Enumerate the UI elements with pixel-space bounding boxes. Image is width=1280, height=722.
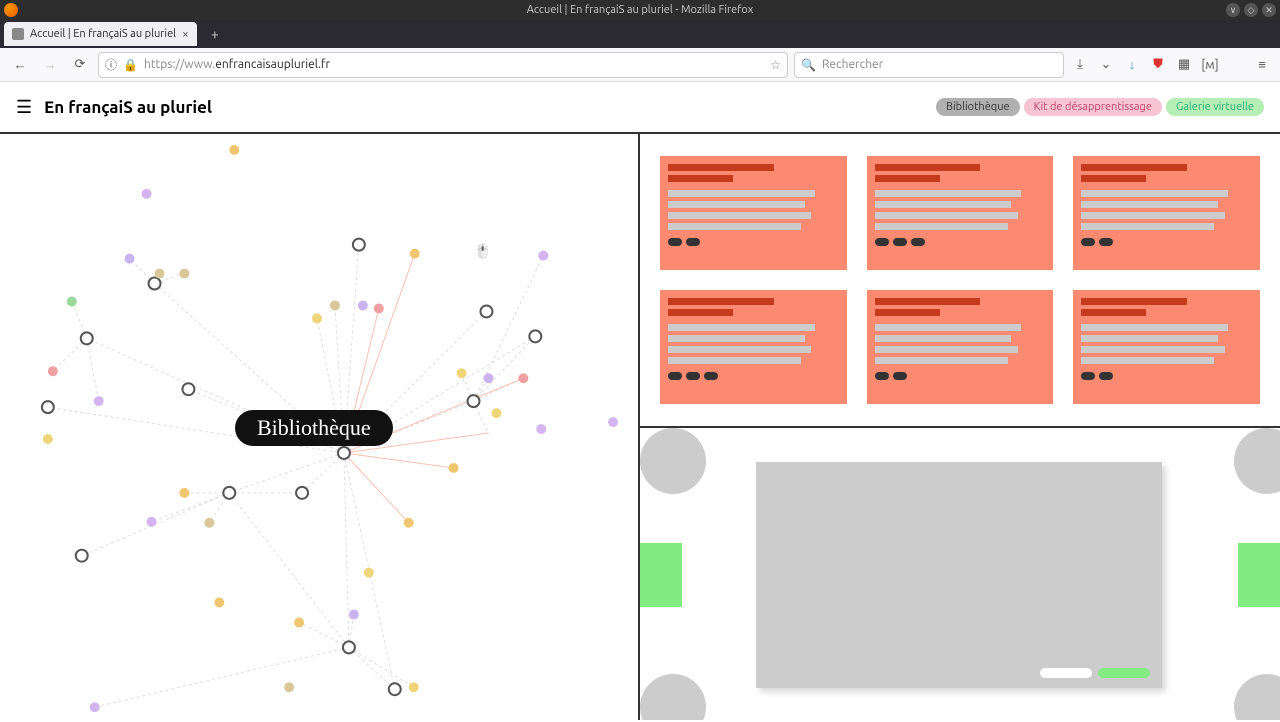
nav-galerie[interactable]: Galerie virtuelle — [1166, 98, 1264, 116]
tab-label: Accueil | En françaiS au pluriel — [30, 28, 176, 40]
library-card[interactable] — [867, 290, 1054, 404]
modal-cancel-button[interactable] — [1040, 668, 1092, 678]
download-icon[interactable]: ⤓ — [1070, 55, 1090, 75]
search-icon: 🔍 — [801, 58, 816, 72]
graph-pane[interactable]: Bibliothèque 🖱️ — [0, 134, 640, 720]
close-button[interactable]: ✕ — [1262, 3, 1276, 17]
library-card[interactable] — [1073, 156, 1260, 270]
graph-center-label[interactable]: Bibliothèque — [235, 410, 393, 446]
gallery-thumb[interactable] — [1234, 674, 1280, 720]
info-icon[interactable]: ⓘ — [105, 56, 117, 73]
back-button[interactable]: ← — [8, 53, 32, 77]
forward-button[interactable]: → — [38, 53, 62, 77]
new-tab-button[interactable]: + — [203, 22, 227, 46]
search-bar[interactable]: 🔍 Rechercher — [794, 52, 1064, 78]
lock-icon: 🔒 — [123, 58, 138, 72]
nav-bibliotheque[interactable]: Bibliothèque — [936, 98, 1020, 116]
browser-tab[interactable]: Accueil | En françaiS au pluriel × — [4, 22, 197, 46]
pocket-icon[interactable]: ⌄ — [1096, 55, 1116, 75]
site-title[interactable]: En françaiS au pluriel — [44, 98, 212, 117]
site-header: ☰ En françaiS au pluriel Bibliothèque Ki… — [0, 82, 1280, 134]
library-cards-grid — [640, 134, 1280, 426]
search-placeholder: Rechercher — [822, 58, 883, 71]
header-nav: Bibliothèque Kit de désapprentissage Gal… — [936, 98, 1264, 116]
extension-icon-2[interactable]: [м] — [1200, 55, 1220, 75]
extension-icon-1[interactable]: ▦ — [1174, 55, 1194, 75]
gallery-modal — [756, 462, 1162, 688]
gallery-thumb[interactable] — [1234, 428, 1280, 494]
nav-kit[interactable]: Kit de désapprentissage — [1024, 98, 1162, 116]
gallery-thumb[interactable] — [640, 674, 706, 720]
minimize-button[interactable]: ∨ — [1226, 3, 1240, 17]
modal-confirm-button[interactable] — [1098, 668, 1150, 678]
gallery-pane — [640, 426, 1280, 720]
browser-toolbar: ← → ⟳ ⓘ 🔒 https://www.enfrancaisauplurie… — [0, 48, 1280, 82]
hamburger-icon[interactable]: ☰ — [16, 97, 32, 118]
extension-icon-3[interactable] — [1226, 55, 1246, 75]
downloads-icon[interactable]: ↓ — [1122, 55, 1142, 75]
bookmark-star-icon[interactable]: ☆ — [770, 58, 781, 72]
tab-close-icon[interactable]: × — [182, 28, 189, 41]
library-card[interactable] — [660, 156, 847, 270]
os-titlebar: Accueil | En françaiS au pluriel - Mozil… — [0, 0, 1280, 20]
gallery-accent — [1238, 543, 1280, 607]
tab-favicon — [12, 28, 24, 40]
gallery-accent — [640, 543, 682, 607]
window-title: Accueil | En françaiS au pluriel - Mozil… — [527, 4, 754, 16]
url-text: https://www.enfrancaisaupluriel.fr — [144, 58, 764, 71]
library-card[interactable] — [1073, 290, 1260, 404]
url-bar[interactable]: ⓘ 🔒 https://www.enfrancaisaupluriel.fr ☆ — [98, 52, 788, 78]
library-card[interactable] — [660, 290, 847, 404]
gallery-thumb[interactable] — [640, 428, 706, 494]
library-card[interactable] — [867, 156, 1054, 270]
browser-tabbar: Accueil | En françaiS au pluriel × + — [0, 20, 1280, 48]
reload-button[interactable]: ⟳ — [68, 53, 92, 77]
maximize-button[interactable]: ◇ — [1244, 3, 1258, 17]
ublock-icon[interactable]: ⛊ — [1148, 55, 1168, 75]
firefox-icon — [4, 3, 18, 17]
menu-button[interactable]: ≡ — [1252, 55, 1272, 75]
